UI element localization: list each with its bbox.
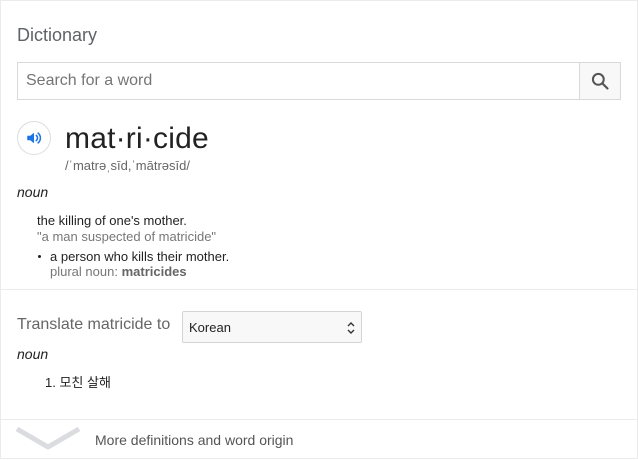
section-divider: [1, 289, 638, 290]
plural-value: matricides: [121, 264, 187, 279]
plural-form: plural noun: matricides: [50, 264, 187, 279]
language-select-value: Korean: [189, 320, 231, 335]
translation-result: 1. 모친 살해: [45, 375, 111, 390]
search-input[interactable]: [18, 63, 582, 99]
card-title: Dictionary: [17, 25, 98, 45]
speaker-icon: [27, 132, 42, 144]
more-definitions-link[interactable]: More definitions and word origin: [1, 420, 638, 460]
chevron-down-icon: [15, 426, 81, 450]
definition-bullet: [38, 255, 41, 258]
definition-1-example: "a man suspected of matricide": [37, 229, 217, 244]
pronunciation-button[interactable]: [17, 121, 51, 155]
translate-label: Translate matricide to: [17, 316, 171, 333]
definition-2: a person who kills their mother.: [50, 249, 230, 264]
phonetic-spelling: /ˈmatrəˌsīd,ˈmātrəsīd/: [65, 158, 190, 173]
translation-part-of-speech: noun: [17, 346, 49, 362]
part-of-speech: noun: [17, 184, 49, 200]
search-box: [17, 62, 621, 100]
search-button[interactable]: [579, 63, 620, 99]
headword: mat·ri·cide: [65, 122, 209, 155]
select-arrows-icon: [347, 322, 355, 334]
search-icon: [591, 72, 609, 90]
more-definitions-text: More definitions and word origin: [95, 432, 294, 448]
language-select[interactable]: Korean: [182, 311, 362, 343]
dictionary-card: Dictionary mat·ri·cide /ˈmatrəˌsīd,ˈmātr…: [0, 0, 638, 459]
plural-label: plural noun:: [50, 264, 118, 279]
definition-1: the killing of one's mother.: [37, 213, 187, 228]
